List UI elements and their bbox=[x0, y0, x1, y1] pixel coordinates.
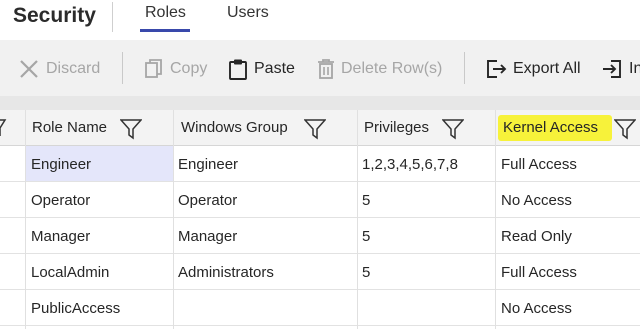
import-icon bbox=[603, 60, 621, 78]
kernel-access-cell[interactable]: Full Access bbox=[501, 146, 577, 182]
filter-icon[interactable] bbox=[304, 118, 326, 140]
column-header-label: Privileges bbox=[364, 119, 430, 136]
column-divider bbox=[173, 110, 174, 329]
copy-button[interactable]: Copy bbox=[144, 57, 207, 81]
privileges-cell[interactable]: 5 bbox=[362, 218, 370, 254]
role-name-cell[interactable]: LocalAdmin bbox=[31, 254, 109, 290]
paste-button[interactable]: Paste bbox=[228, 57, 295, 81]
copy-label: Copy bbox=[170, 60, 208, 77]
kernel-access-cell[interactable]: Full Access bbox=[501, 254, 577, 290]
table-row[interactable]: LocalAdmin Administrators 5 Full Access bbox=[0, 254, 640, 290]
kernel-access-cell[interactable]: No Access bbox=[501, 290, 572, 326]
paste-label: Paste bbox=[254, 60, 295, 77]
toolbar-grid-spacer bbox=[0, 96, 640, 110]
title-divider bbox=[112, 2, 113, 32]
filter-icon[interactable] bbox=[442, 118, 464, 140]
kernel-access-cell[interactable]: Read Only bbox=[501, 218, 572, 254]
column-divider bbox=[357, 110, 358, 329]
roles-table: Role Name Windows Group Privileges Kerne… bbox=[0, 110, 640, 329]
column-divider bbox=[25, 110, 26, 329]
clipboard-icon bbox=[229, 59, 247, 80]
filter-icon[interactable] bbox=[0, 118, 7, 138]
role-name-cell[interactable]: Manager bbox=[31, 218, 90, 254]
table-row[interactable]: Engineer Engineer 1,2,3,4,5,6,7,8 Full A… bbox=[0, 146, 640, 182]
column-header-label: Role Name bbox=[32, 119, 108, 136]
discard-label: Discard bbox=[46, 60, 101, 77]
toolbar-divider bbox=[122, 52, 123, 84]
privileges-cell[interactable]: 5 bbox=[362, 254, 370, 290]
export-icon bbox=[487, 60, 507, 78]
delete-rows-button[interactable]: Delete Row(s) bbox=[317, 57, 442, 81]
column-header-role-name[interactable]: Role Name bbox=[25, 110, 173, 146]
import-label: In bbox=[629, 60, 640, 77]
trash-icon bbox=[318, 59, 334, 79]
active-tab-indicator bbox=[140, 29, 190, 32]
close-icon bbox=[20, 60, 38, 78]
toolbar: Discard Copy Paste Delete Row(s) Export … bbox=[0, 40, 640, 96]
windows-group-cell[interactable]: Administrators bbox=[178, 254, 274, 290]
row-header-cell bbox=[0, 110, 25, 146]
export-all-button[interactable]: Export All bbox=[485, 57, 581, 81]
toolbar-divider bbox=[464, 52, 465, 84]
import-button[interactable]: In bbox=[601, 57, 640, 81]
role-name-cell[interactable]: PublicAccess bbox=[31, 290, 120, 326]
tab-roles[interactable]: Roles bbox=[145, 4, 186, 22]
table-row[interactable]: Manager Manager 5 Read Only bbox=[0, 218, 640, 254]
column-header-label: Kernel Access bbox=[503, 119, 599, 136]
windows-group-cell[interactable]: Manager bbox=[178, 218, 237, 254]
table-row[interactable]: Operator Operator 5 No Access bbox=[0, 182, 640, 218]
copy-icon bbox=[145, 59, 162, 78]
column-divider bbox=[495, 110, 496, 329]
filter-icon[interactable] bbox=[120, 118, 142, 140]
windows-group-cell[interactable]: Operator bbox=[178, 182, 237, 218]
page-title: Security bbox=[13, 4, 96, 27]
discard-button[interactable]: Discard bbox=[18, 57, 100, 81]
windows-group-cell[interactable]: Engineer bbox=[178, 146, 238, 182]
header-bar: Security Roles Users bbox=[0, 0, 640, 40]
privileges-cell[interactable]: 5 bbox=[362, 182, 370, 218]
role-name-cell[interactable]: Engineer bbox=[31, 146, 91, 182]
tab-users[interactable]: Users bbox=[227, 4, 269, 22]
kernel-access-cell[interactable]: No Access bbox=[501, 182, 572, 218]
column-header-privileges[interactable]: Privileges bbox=[357, 110, 495, 146]
export-all-label: Export All bbox=[513, 60, 581, 77]
filter-icon[interactable] bbox=[614, 118, 636, 140]
column-header-label: Windows Group bbox=[181, 119, 288, 136]
column-header-windows-group[interactable]: Windows Group bbox=[173, 110, 357, 146]
delete-rows-label: Delete Row(s) bbox=[341, 60, 443, 77]
column-header-kernel-access[interactable]: Kernel Access bbox=[495, 110, 640, 146]
privileges-cell[interactable]: 1,2,3,4,5,6,7,8 bbox=[362, 146, 458, 182]
role-name-cell[interactable]: Operator bbox=[31, 182, 90, 218]
table-row[interactable]: PublicAccess No Access bbox=[0, 290, 640, 326]
